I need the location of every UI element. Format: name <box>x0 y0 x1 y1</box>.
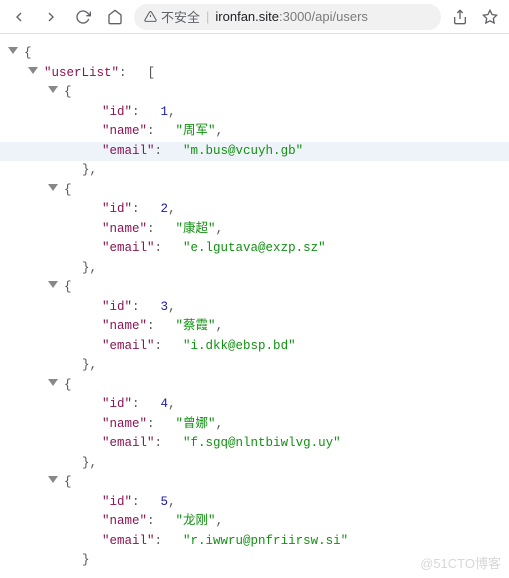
collapse-toggle-icon[interactable] <box>48 379 60 391</box>
json-line: }, <box>0 356 509 376</box>
insecure-warning: 不安全 <box>144 7 200 26</box>
collapse-toggle-icon[interactable] <box>48 86 60 98</box>
json-line: { <box>0 83 509 103</box>
json-line: { <box>0 44 509 64</box>
json-line: "id": 4, <box>0 395 509 415</box>
json-line: "id": 2, <box>0 200 509 220</box>
json-line: "name": "龙刚", <box>0 512 509 532</box>
json-line: "name": "周军", <box>0 122 509 142</box>
url-bar[interactable]: 不安全 | ironfan.site:3000/api/users <box>134 4 441 30</box>
json-line: "name": "康超", <box>0 220 509 240</box>
json-line: } <box>0 551 509 571</box>
json-line: "email": "e.lgutava@exzp.sz" <box>0 239 509 259</box>
json-line: { <box>0 278 509 298</box>
collapse-toggle-icon[interactable] <box>48 281 60 293</box>
json-line: "id": 5, <box>0 493 509 513</box>
json-line: "email": "i.dkk@ebsp.bd" <box>0 337 509 357</box>
json-line: }, <box>0 161 509 181</box>
home-button[interactable] <box>102 4 128 30</box>
url-text: ironfan.site:3000/api/users <box>215 9 368 24</box>
share-button[interactable] <box>447 4 473 30</box>
json-line: { <box>0 181 509 201</box>
json-line: }, <box>0 454 509 474</box>
bookmark-button[interactable] <box>477 4 503 30</box>
collapse-toggle-icon[interactable] <box>8 47 20 59</box>
json-line: "email": "m.bus@vcuyh.gb" <box>0 142 509 162</box>
json-line: "id": 1, <box>0 103 509 123</box>
json-line: "userList": [ <box>0 64 509 84</box>
reload-button[interactable] <box>70 4 96 30</box>
json-line: "email": "f.sgq@nlntbiwlvg.uy" <box>0 434 509 454</box>
json-line: "id": 3, <box>0 298 509 318</box>
json-viewer: {"userList": [{"id": 1,"name": "周军","ema… <box>0 34 509 571</box>
collapse-toggle-icon[interactable] <box>48 184 60 196</box>
browser-toolbar: 不安全 | ironfan.site:3000/api/users <box>0 0 509 34</box>
forward-button[interactable] <box>38 4 64 30</box>
json-line: "name": "曾娜", <box>0 415 509 435</box>
url-separator: | <box>206 9 209 24</box>
json-line: { <box>0 473 509 493</box>
json-line: "email": "r.iwwru@pnfriirsw.si" <box>0 532 509 552</box>
back-button[interactable] <box>6 4 32 30</box>
insecure-label: 不安全 <box>161 7 200 26</box>
json-line: { <box>0 376 509 396</box>
json-line: "name": "蔡霞", <box>0 317 509 337</box>
collapse-toggle-icon[interactable] <box>28 67 40 79</box>
json-line: }, <box>0 259 509 279</box>
collapse-toggle-icon[interactable] <box>48 476 60 488</box>
